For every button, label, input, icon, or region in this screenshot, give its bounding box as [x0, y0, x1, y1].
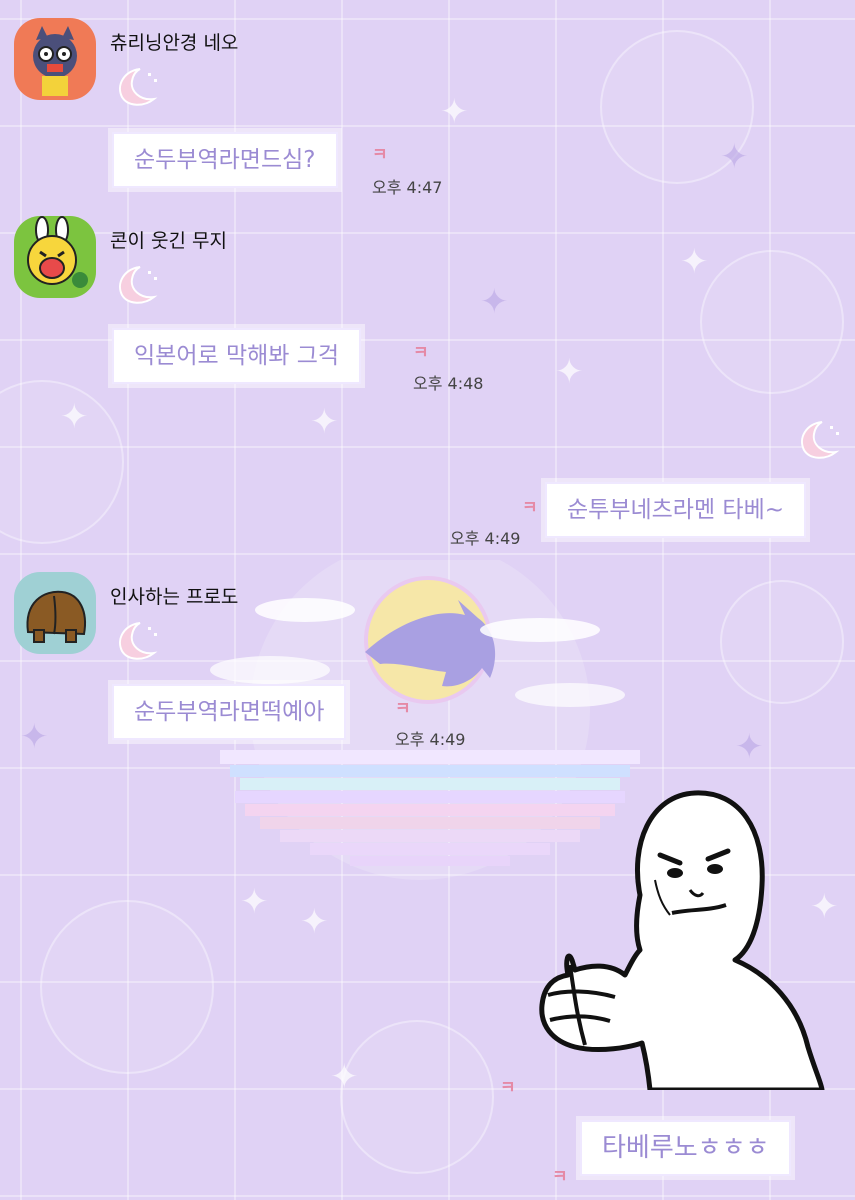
- message-time: 오후 4:47: [372, 178, 443, 197]
- sparkle-icon: ✦: [720, 137, 749, 177]
- sparkle-icon: ✦: [480, 282, 509, 322]
- sender-name: 콘이 웃긴 무지: [110, 230, 227, 252]
- background-bubble: [40, 900, 214, 1074]
- frodo-avatar-icon[interactable]: [14, 572, 96, 654]
- message-bubble[interactable]: 순두부역라면떡예아: [112, 684, 347, 740]
- message-time: 오후 4:49: [395, 730, 466, 749]
- sparkle-icon: ✦: [440, 92, 469, 132]
- message-bubble[interactable]: 타베루노ㅎㅎㅎ: [580, 1120, 792, 1176]
- muzi-avatar-icon[interactable]: [14, 216, 96, 298]
- read-indicator: ㅋ: [522, 498, 538, 518]
- read-indicator: ㅋ: [552, 1167, 568, 1187]
- message-bubble[interactable]: 익본어로 막해봐 그걱: [112, 328, 362, 384]
- sparkle-icon: ✦: [330, 1057, 359, 1097]
- background-bubble: [340, 1020, 494, 1174]
- sparkle-icon: ✦: [310, 402, 339, 442]
- moon-icon: [119, 68, 158, 106]
- sparkle-icon: ✦: [555, 352, 584, 392]
- sender-name: 인사하는 프로도: [110, 586, 239, 608]
- sparkle-icon: ✦: [60, 397, 89, 437]
- message-time: 오후 4:48: [413, 374, 484, 393]
- read-indicator: ㅋ: [500, 1078, 516, 1098]
- neo-avatar-icon[interactable]: [14, 18, 96, 100]
- message-time: 오후 4:49: [450, 529, 521, 548]
- moon-icon: [119, 266, 158, 304]
- background-bubble: [700, 250, 844, 394]
- read-indicator: ㅋ: [372, 145, 388, 165]
- sparkle-icon: ✦: [20, 717, 49, 757]
- read-indicator: ㅋ: [413, 343, 429, 363]
- moon-icon: [801, 421, 840, 459]
- read-indicator: ㅋ: [395, 699, 411, 719]
- sparkle-icon: ✦: [735, 727, 764, 767]
- message-bubble[interactable]: 순두부역라면드심?: [112, 132, 338, 188]
- background-bubble: [720, 580, 844, 704]
- message-bubble[interactable]: 순투부네츠라멘 타베~: [545, 482, 807, 538]
- sender-name: 츄리닝안경 네오: [110, 32, 239, 54]
- moon-icon: [119, 622, 158, 660]
- sparkle-icon: ✦: [680, 242, 709, 282]
- thumbs-up-sticker[interactable]: [530, 785, 830, 1090]
